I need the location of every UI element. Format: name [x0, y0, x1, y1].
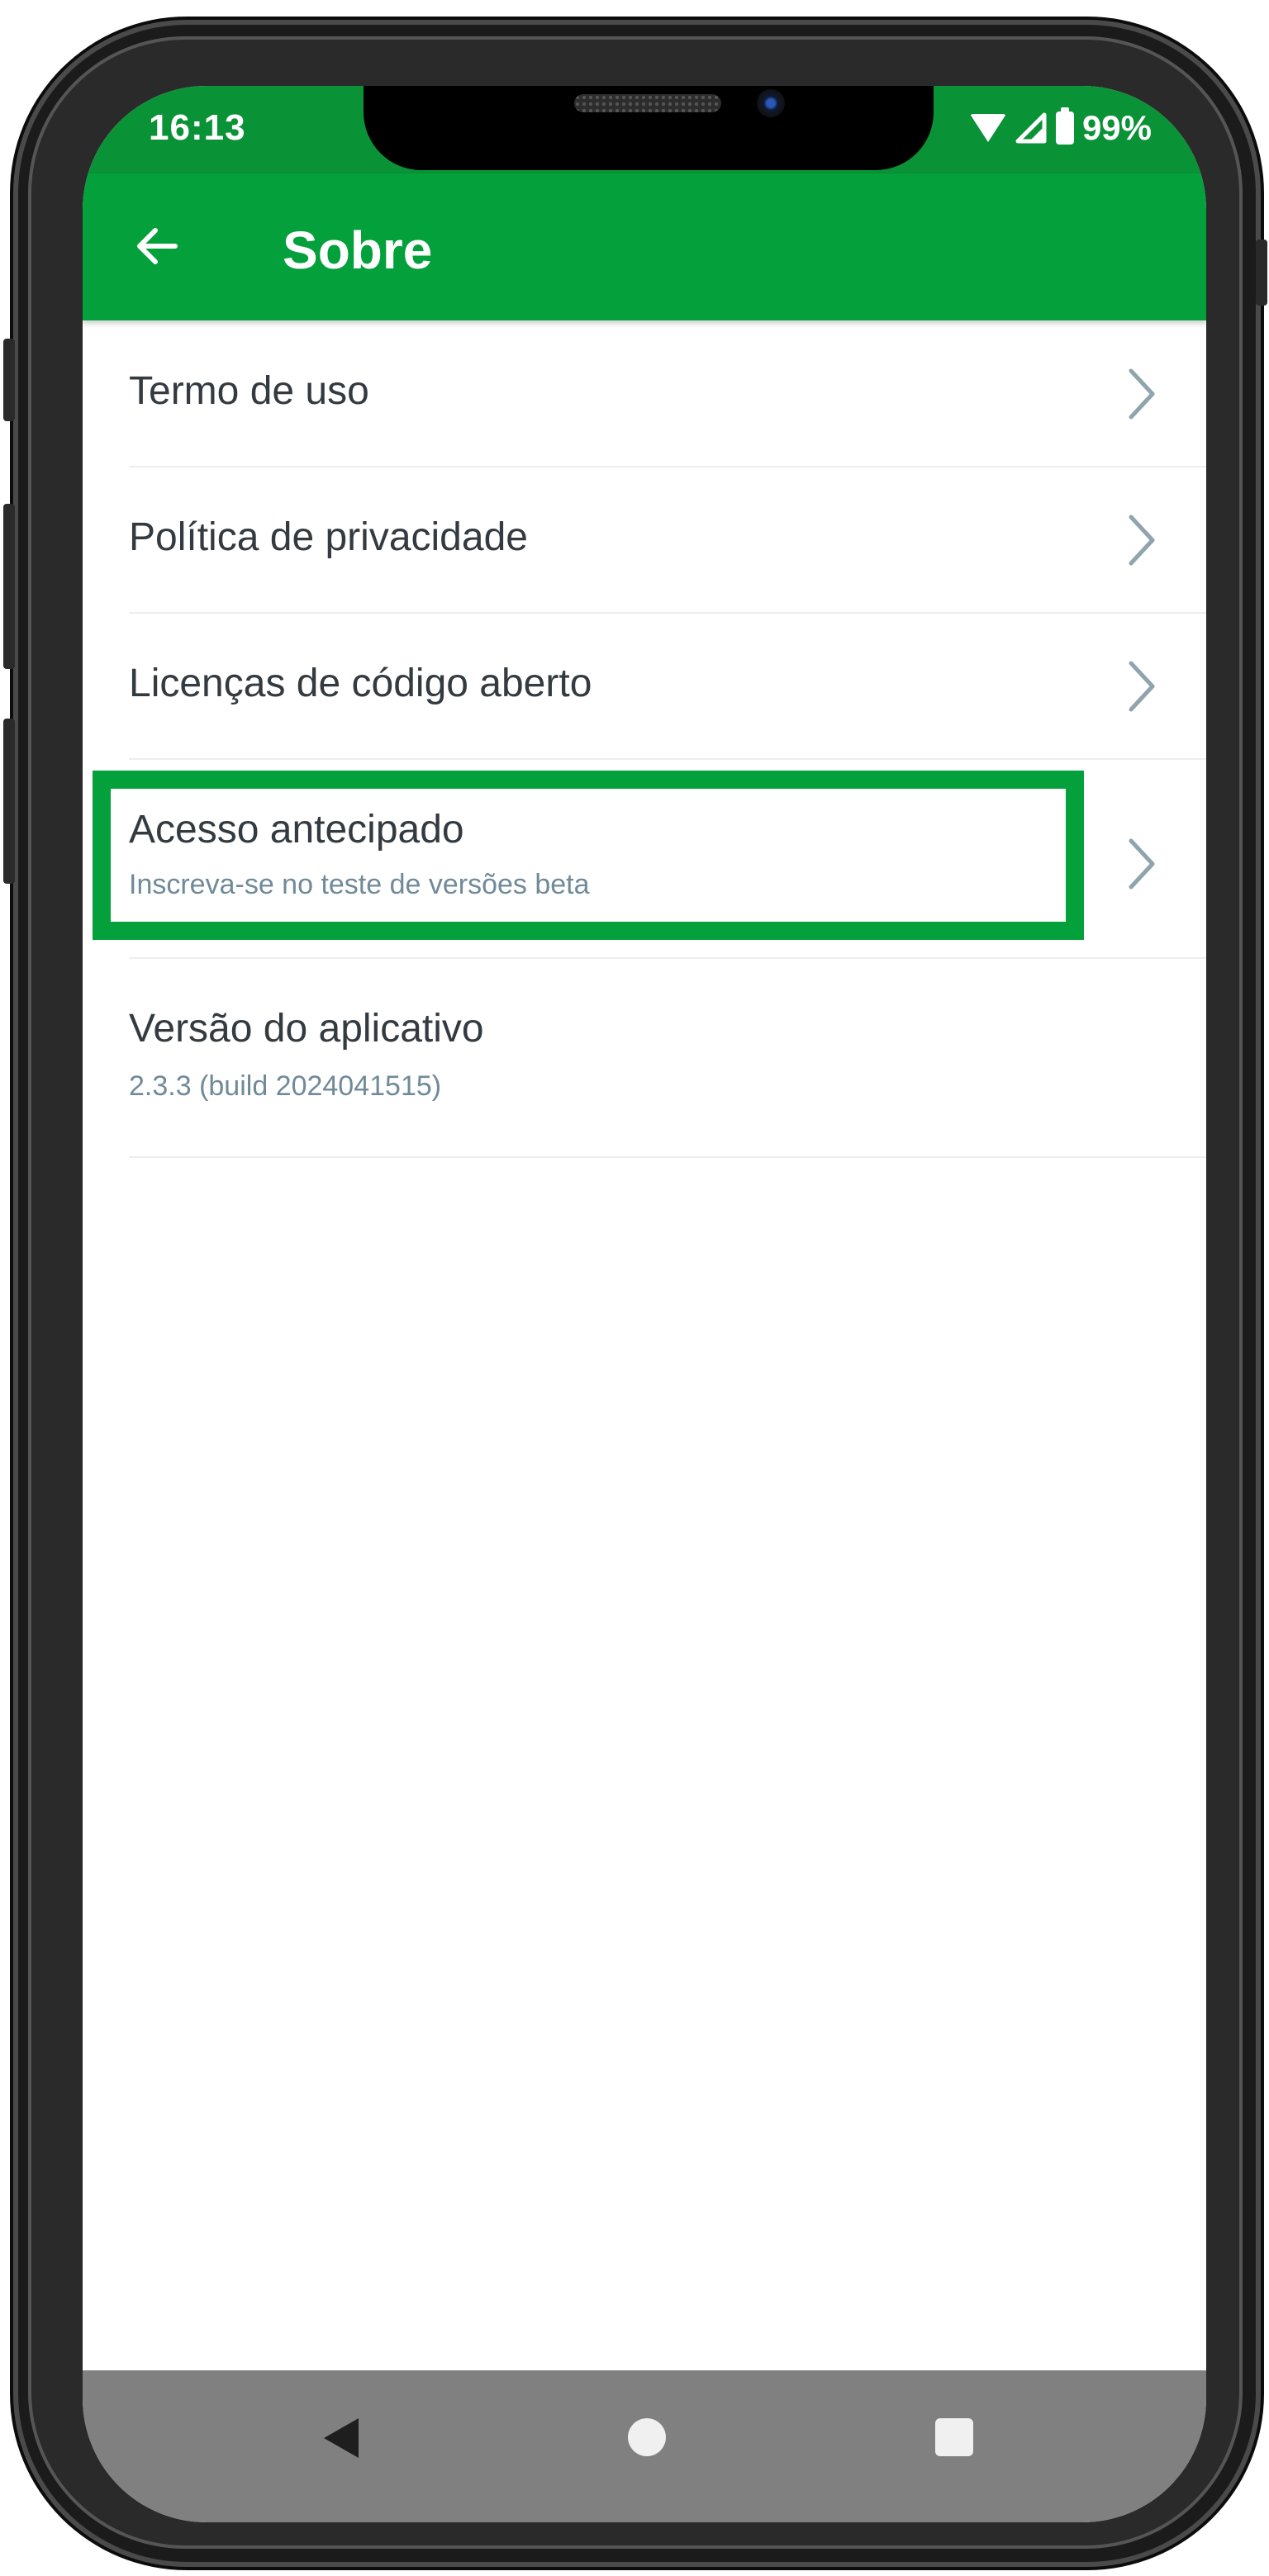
nav-bar	[83, 2370, 1206, 2522]
chevron-right-icon	[1129, 838, 1155, 890]
battery-icon	[1055, 107, 1074, 145]
circle-home-icon[interactable]	[628, 2418, 666, 2456]
power-button	[3, 719, 15, 884]
speaker-grille	[574, 94, 721, 112]
menu-item-licenses[interactable]: Licenças de código aberto	[129, 613, 1206, 760]
volume-up-button	[3, 339, 15, 421]
menu-item-label: Licenças de código aberto	[129, 662, 592, 705]
front-camera	[757, 89, 785, 117]
app-version-value: 2.3.3 (build 2024041515)	[129, 1070, 442, 1102]
menu-item-label: Termo de uso	[129, 369, 369, 413]
app-bar: Sobre	[83, 173, 1206, 320]
highlight-box	[93, 771, 1084, 940]
battery-percent: 99%	[1081, 108, 1152, 147]
signal-icon	[1015, 111, 1048, 145]
menu-item-app-version: Versão do aplicativo 2.3.3 (build 202404…	[129, 958, 1206, 1158]
status-bar: 16:13 99%	[83, 86, 1206, 173]
menu-item-terms[interactable]: Termo de uso	[129, 320, 1206, 467]
wifi-icon	[969, 114, 1006, 142]
triangle-back-icon[interactable]	[322, 2417, 360, 2460]
menu-item-label: Versão do aplicativo	[129, 1007, 484, 1051]
menu-item-label: Política de privacidade	[129, 515, 528, 559]
square-recents-icon[interactable]	[935, 2418, 973, 2456]
status-time: 16:13	[149, 107, 246, 148]
phone-screen: 16:13 99% Sobre Termo de uso Política de…	[83, 86, 1206, 2522]
volume-down-button	[3, 504, 15, 669]
chevron-right-icon	[1129, 368, 1155, 420]
menu-item-privacy[interactable]: Política de privacidade	[129, 467, 1206, 614]
chevron-right-icon	[1129, 661, 1155, 712]
chevron-right-icon	[1129, 515, 1155, 566]
status-icons: 99%	[969, 107, 1152, 149]
side-button-right	[1256, 240, 1267, 306]
notch	[364, 86, 934, 170]
page-title: Sobre	[283, 221, 433, 280]
arrow-left-icon[interactable]	[132, 221, 182, 271]
